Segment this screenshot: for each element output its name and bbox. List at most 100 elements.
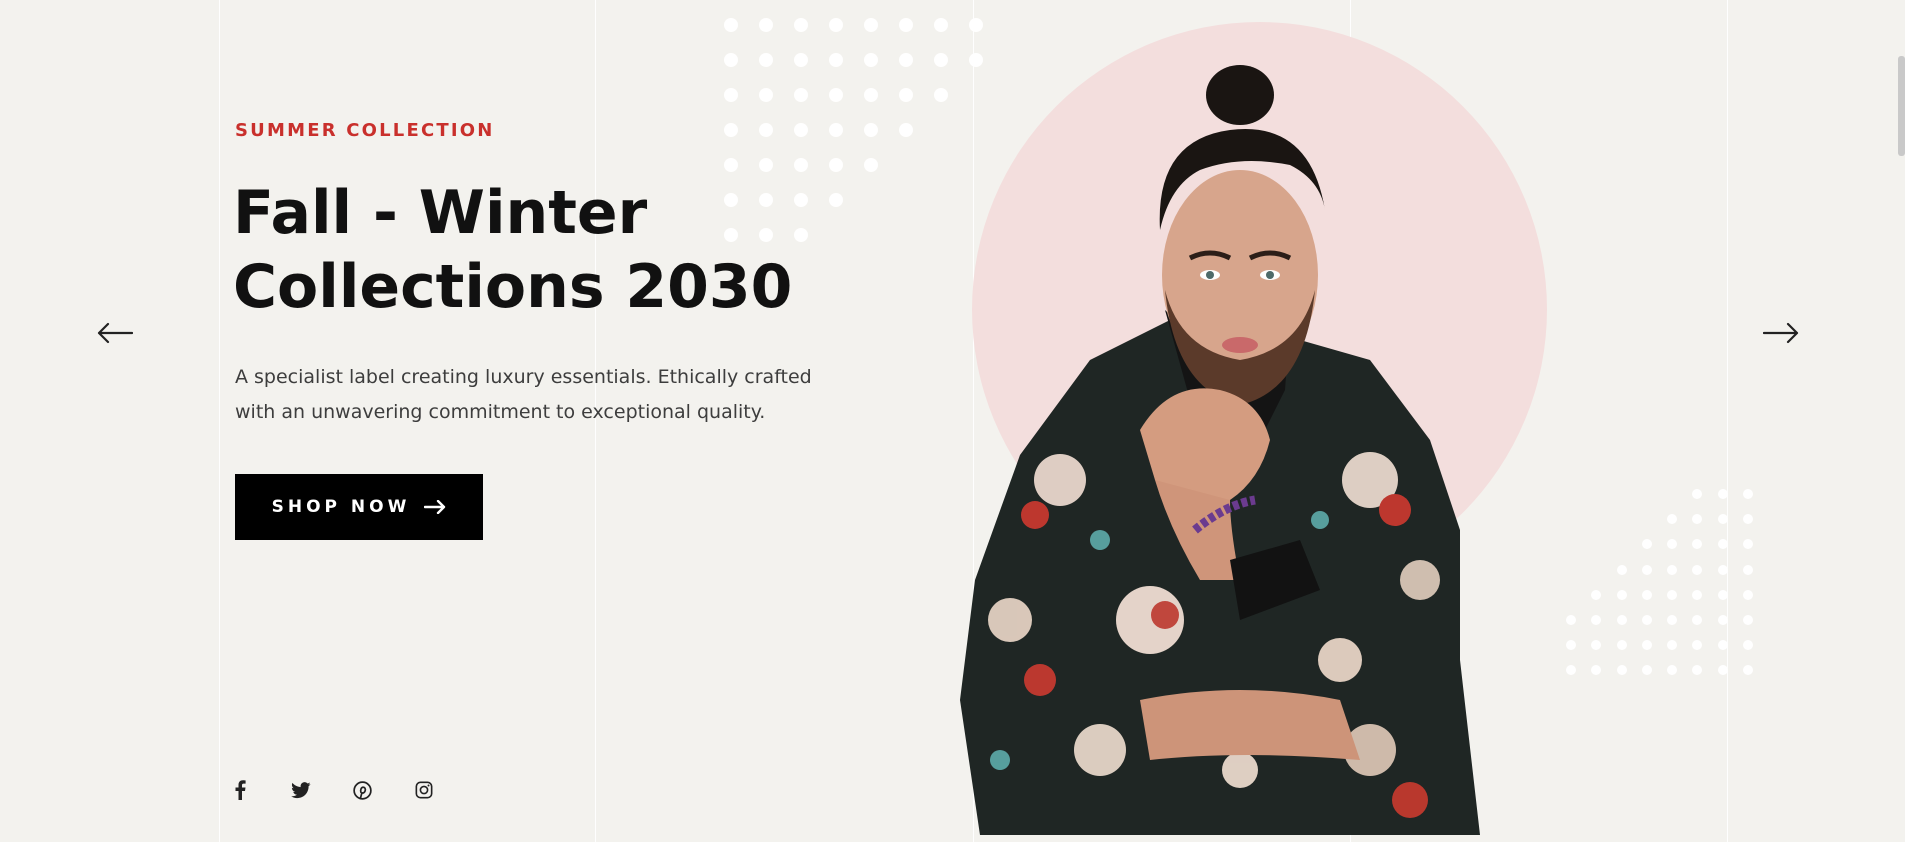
decorative-dot: [1717, 514, 1728, 525]
decorative-dot: [759, 123, 773, 137]
decorative-dot: [1591, 615, 1602, 625]
decorative-dot: [1717, 640, 1728, 651]
decorative-dot: [1565, 615, 1576, 625]
decorative-dot: [1616, 665, 1627, 676]
decorative-dot: [1743, 615, 1753, 625]
decorative-dot: [1717, 589, 1728, 600]
decorative-dot: [1743, 640, 1753, 651]
decorative-dot: [1743, 665, 1753, 676]
decorative-dot: [864, 158, 878, 172]
decorative-dot: [1692, 640, 1703, 651]
decorative-dot: [724, 123, 738, 137]
decorative-dot: [899, 53, 913, 67]
decorative-dot: [1641, 615, 1652, 625]
decorative-dot: [1591, 665, 1602, 676]
decorative-dot: [1641, 640, 1652, 651]
hero-description-line1: A specialist label creating luxury essen…: [235, 366, 812, 388]
decorative-dot: [1565, 640, 1576, 651]
decorative-dot: [1743, 589, 1753, 600]
scrollbar-thumb[interactable]: [1898, 56, 1905, 156]
decorative-dot: [1641, 665, 1652, 676]
decorative-dot: [794, 88, 808, 102]
decorative-dot: [899, 88, 913, 102]
instagram-icon: [415, 781, 433, 799]
hero-description: A specialist label creating luxury essen…: [235, 360, 815, 430]
hero-title: Fall - Winter Collections 2030: [233, 176, 793, 324]
decorative-dot: [794, 158, 808, 172]
decorative-dot: [829, 18, 843, 32]
decorative-dot: [794, 53, 808, 67]
decorative-dot: [794, 193, 808, 207]
decorative-dot: [899, 123, 913, 137]
decorative-dot: [724, 18, 738, 32]
decorative-dot: [1667, 589, 1678, 600]
hero-slider: SUMMER COLLECTION Fall - Winter Collecti…: [0, 0, 1905, 842]
hero-title-line1: Fall - Winter: [233, 178, 648, 248]
decorative-dot: [1641, 589, 1652, 600]
decorative-dot: [1667, 615, 1678, 625]
pinterest-icon: [352, 780, 372, 800]
decorative-dot: [759, 88, 773, 102]
twitter-icon: [291, 781, 311, 798]
decorative-dot: [1743, 489, 1753, 499]
decorative-dot: [759, 158, 773, 172]
decorative-dot: [1667, 514, 1678, 525]
decorative-dot: [1692, 665, 1703, 676]
decorative-dot: [1692, 564, 1703, 575]
decorative-dot: [864, 18, 878, 32]
twitter-link[interactable]: [289, 778, 313, 802]
decorative-dot: [1641, 539, 1652, 550]
decorative-dot: [1616, 640, 1627, 651]
decorative-dot: [1667, 539, 1678, 550]
decorative-dot: [759, 53, 773, 67]
decorative-dot: [1667, 665, 1678, 676]
pinterest-link[interactable]: [350, 778, 374, 802]
decorative-dot: [1692, 615, 1703, 625]
decorative-dot: [1692, 589, 1703, 600]
facebook-link[interactable]: [228, 778, 252, 802]
decorative-dot: [829, 88, 843, 102]
arrow-right-icon: [424, 500, 446, 514]
decorative-dot: [1667, 640, 1678, 651]
decorative-dot: [1743, 564, 1753, 575]
decorative-dot: [829, 158, 843, 172]
decorative-dot: [724, 53, 738, 67]
hero-description-line2: with an unwavering commitment to excepti…: [235, 401, 766, 423]
decorative-dot: [724, 158, 738, 172]
prev-slide-button[interactable]: [95, 316, 135, 350]
facebook-icon: [235, 780, 246, 800]
grid-line: [219, 0, 220, 842]
decorative-dot: [1743, 539, 1753, 550]
decorative-dot: [899, 18, 913, 32]
shop-now-label: SHOP NOW: [271, 497, 411, 517]
decorative-dot: [829, 53, 843, 67]
decorative-dot: [1717, 564, 1728, 575]
page-scrollbar[interactable]: [1896, 0, 1905, 842]
decorative-dot: [1616, 564, 1627, 575]
decorative-dot: [1743, 514, 1753, 525]
decorative-dot: [794, 123, 808, 137]
grid-line: [1727, 0, 1728, 842]
model-image: [960, 65, 1480, 835]
decorative-dot: [1616, 615, 1627, 625]
arrow-right-icon: [1763, 322, 1799, 344]
decorative-dot: [829, 123, 843, 137]
decorative-dot: [864, 53, 878, 67]
shop-now-button[interactable]: SHOP NOW: [235, 474, 483, 540]
decorative-dot: [934, 18, 948, 32]
decorative-dot: [794, 228, 808, 242]
decorative-dot: [1591, 640, 1602, 651]
decorative-dot: [969, 18, 983, 32]
decorative-dot: [829, 193, 843, 207]
hero-subtitle: SUMMER COLLECTION: [235, 120, 495, 141]
decorative-dot: [1717, 615, 1728, 625]
decorative-dot: [1565, 665, 1576, 676]
decorative-dot: [1692, 539, 1703, 550]
decorative-dot: [759, 18, 773, 32]
decorative-dot: [1692, 489, 1703, 499]
instagram-link[interactable]: [412, 778, 436, 802]
decorative-dot: [724, 88, 738, 102]
decorative-dot: [864, 123, 878, 137]
hero-title-line2: Collections 2030: [233, 252, 793, 322]
next-slide-button[interactable]: [1761, 316, 1801, 350]
